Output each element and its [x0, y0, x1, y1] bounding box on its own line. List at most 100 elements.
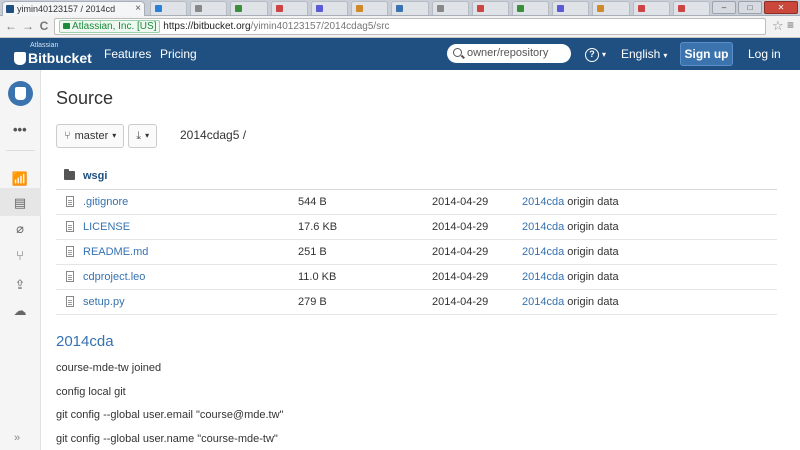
background-tab[interactable] [230, 1, 268, 15]
stats-icon[interactable]: 📶 [11, 170, 29, 188]
browser-tabstrip: yimin40123157 / 2014cd × – □ ✕ [0, 0, 800, 16]
search-placeholder: owner/repository [467, 47, 549, 59]
commit-message: 2014cda origin data [522, 271, 619, 283]
branch-selector-button[interactable]: ⑂ master ▾ [56, 124, 125, 148]
help-menu[interactable]: ? ▾ [585, 46, 606, 62]
readme-line: git config --global user.email "course@m… [56, 409, 284, 421]
commit-link[interactable]: 2014cda [522, 246, 564, 258]
bucket-icon [14, 51, 26, 65]
file-name[interactable]: setup.py [83, 296, 125, 308]
background-tab[interactable] [632, 1, 670, 15]
file-date: 2014-04-29 [432, 246, 489, 258]
file-size: 279 B [298, 296, 327, 308]
tab-favicon-icon [677, 5, 685, 12]
file-name[interactable]: README.md [83, 246, 148, 258]
file-row[interactable]: setup.py 279 B 2014-04-29 2014cda origin da… [56, 290, 777, 315]
directory-row[interactable]: wsgi [56, 164, 777, 190]
background-tab[interactable] [150, 1, 188, 15]
file-name[interactable]: cdproject.leo [83, 271, 145, 283]
readme-line: config local git [56, 386, 126, 398]
directory-name[interactable]: wsgi [83, 170, 107, 182]
file-date: 2014-04-29 [432, 221, 489, 233]
address-bar: ← → C Atlassian, Inc. [US] https://bitbu… [0, 16, 800, 38]
download-button[interactable]: ⤓ ▾ [128, 124, 158, 148]
commit-message: 2014cda origin data [522, 246, 619, 258]
readme-heading: 2014cda [56, 333, 114, 350]
background-tabs [150, 1, 711, 15]
logo-atlassian-text: Atlassian [30, 42, 59, 49]
sign-up-button[interactable]: Sign up [680, 42, 733, 66]
background-tab[interactable] [672, 1, 711, 15]
repo-sidebar: ••• 📶 ▤ ⌀ ⑂ ⇪ ☁ » [0, 70, 41, 450]
tab-favicon-icon [195, 5, 203, 12]
file-list: wsgi .gitignore 544 B 2014-04-29 2014cda or… [56, 164, 777, 315]
background-tab[interactable] [270, 1, 308, 15]
tab-favicon-icon [155, 5, 162, 12]
tab-favicon-icon [597, 5, 605, 12]
nav-pricing[interactable]: Pricing [160, 47, 197, 61]
file-date: 2014-04-29 [432, 271, 489, 283]
more-icon[interactable]: ••• [13, 122, 27, 137]
branches-icon[interactable]: ⑂ [11, 247, 29, 265]
branch-label: master [74, 130, 109, 142]
downloads-icon[interactable]: ☁ [11, 302, 29, 320]
background-tab[interactable] [391, 1, 429, 15]
search-input[interactable]: owner/repository [447, 44, 571, 63]
chevron-down-icon: ▾ [602, 50, 607, 59]
logo-bitbucket-text: Bitbucket [28, 50, 92, 66]
file-icon [66, 246, 74, 257]
background-tab[interactable] [511, 1, 550, 15]
minimize-button[interactable]: – [712, 1, 736, 14]
file-row[interactable]: cdproject.leo 11.0 KB 2014-04-29 2014cda or… [56, 265, 777, 290]
secure-badge[interactable]: Atlassian, Inc. [US] [59, 20, 161, 33]
background-tab[interactable] [190, 1, 228, 15]
commit-link[interactable]: 2014cda [522, 196, 564, 208]
window-controls: – □ ✕ [712, 1, 798, 14]
file-name[interactable]: .gitignore [83, 196, 128, 208]
file-date: 2014-04-29 [432, 196, 489, 208]
branch-icon: ⑂ [64, 130, 71, 142]
pull-requests-icon[interactable]: ⇪ [11, 276, 29, 294]
url-input[interactable]: Atlassian, Inc. [US] https://bitbucket.o… [54, 18, 766, 35]
background-tab[interactable] [592, 1, 630, 15]
background-tab[interactable] [310, 1, 349, 15]
file-row[interactable]: README.md 251 B 2014-04-29 2014cda origin d… [56, 240, 777, 265]
log-in-link[interactable]: Log in [748, 47, 781, 61]
background-tab[interactable] [471, 1, 509, 15]
source-icon[interactable]: ▤ [11, 194, 29, 212]
reload-icon[interactable]: C [37, 19, 51, 33]
expand-sidebar-icon[interactable]: » [14, 432, 20, 444]
commit-link[interactable]: 2014cda [522, 221, 564, 233]
browser-menu-icon[interactable]: ≡ [787, 18, 794, 32]
commit-link[interactable]: 2014cda [522, 296, 564, 308]
tab-favicon-icon [235, 5, 243, 12]
commits-icon[interactable]: ⌀ [11, 220, 29, 238]
tab-favicon-icon [476, 5, 484, 12]
commit-text: origin data [564, 196, 619, 208]
nav-features[interactable]: Features [104, 47, 151, 61]
repo-avatar[interactable] [8, 81, 33, 106]
background-tab[interactable] [431, 1, 469, 15]
breadcrumb: 2014cdag5 / [180, 128, 247, 142]
forward-icon[interactable]: → [21, 19, 35, 33]
background-tab[interactable] [552, 1, 590, 15]
readme-line: course-mde-tw joined [56, 362, 162, 374]
file-size: 251 B [298, 246, 327, 258]
file-row[interactable]: LICENSE 17.6 KB 2014-04-29 2014cda origin d… [56, 215, 777, 240]
close-window-button[interactable]: ✕ [764, 1, 798, 14]
chevron-down-icon: ▾ [112, 131, 117, 140]
browser-tab-active[interactable]: yimin40123157 / 2014cd × [2, 1, 145, 16]
tab-close-icon[interactable]: × [135, 2, 141, 16]
bookmark-star-icon[interactable]: ☆ [772, 18, 784, 34]
chevron-down-icon: ▾ [145, 131, 150, 140]
commit-message: 2014cda origin data [522, 221, 619, 233]
language-menu[interactable]: English ▾ [621, 47, 667, 61]
commit-text: origin data [564, 271, 619, 283]
back-icon[interactable]: ← [4, 19, 18, 33]
commit-link[interactable]: 2014cda [522, 271, 564, 283]
maximize-button[interactable]: □ [738, 1, 762, 14]
file-name[interactable]: LICENSE [83, 221, 130, 233]
browser-tab-title: yimin40123157 / 2014cd [17, 4, 116, 14]
file-row[interactable]: .gitignore 544 B 2014-04-29 2014cda origin … [56, 190, 777, 215]
background-tab[interactable] [351, 1, 389, 15]
